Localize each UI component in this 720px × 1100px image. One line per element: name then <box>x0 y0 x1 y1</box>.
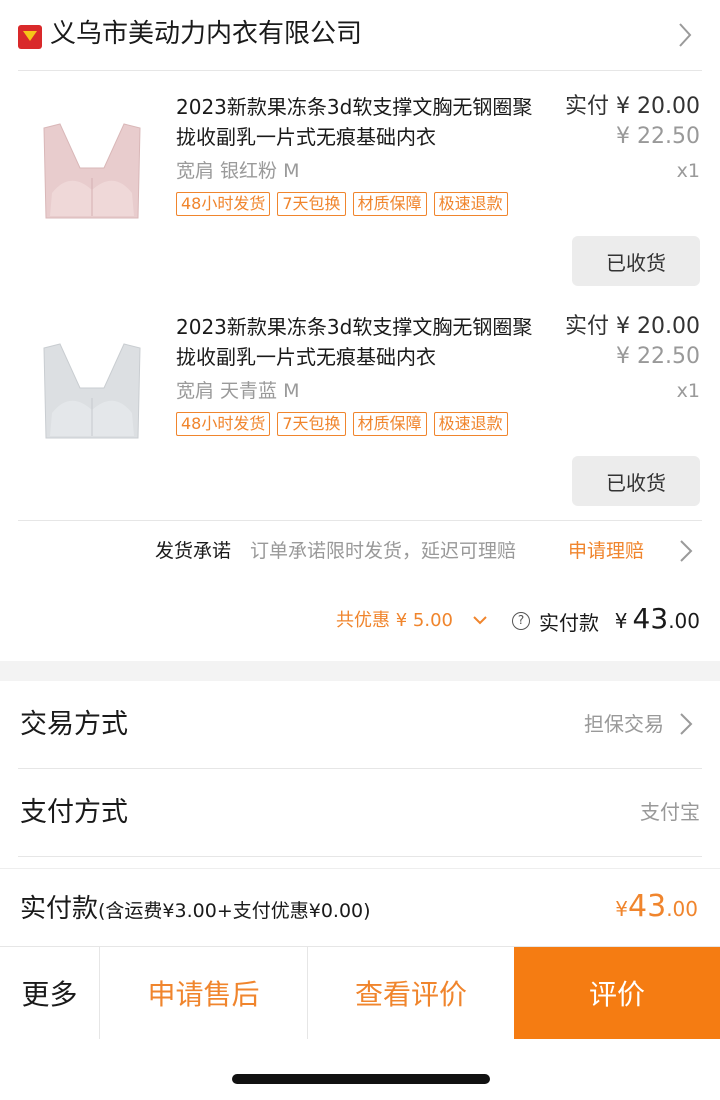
discount-total[interactable]: 共优惠 ¥ 5.00 <box>336 606 453 636</box>
received-button[interactable]: 已收货 <box>572 456 700 506</box>
service-tag: 48小时发货 <box>176 192 271 216</box>
order-item[interactable]: 2023新款果冻条3d软支撑文胸无钢圈聚拢收副乳一片式无痕基础内衣 实付 ¥ 2… <box>0 310 720 530</box>
trade-method-value: 担保交易 <box>584 712 664 736</box>
product-image[interactable] <box>22 318 162 458</box>
service-tag: 材质保障 <box>352 412 427 436</box>
chevron-right-icon[interactable] <box>678 538 694 564</box>
service-tag: 材质保障 <box>352 192 427 216</box>
service-tag: 极速退款 <box>433 192 508 216</box>
payment-method-label: 支付方式 <box>20 797 128 828</box>
payment-summary: 实付款(含运费¥3.00+支付优惠¥0.00) ¥43.00 <box>0 868 720 946</box>
item-title: 2023新款果冻条3d软支撑文胸无钢圈聚拢收副乳一片式无痕基础内衣 <box>176 315 533 369</box>
promise-text: 订单承诺限时发货，延迟可理赔 <box>250 540 517 562</box>
divider <box>18 70 702 71</box>
service-tag: 极速退款 <box>433 412 508 436</box>
more-button[interactable]: 更多 <box>0 947 100 1039</box>
received-button[interactable]: 已收货 <box>572 236 700 286</box>
trade-method-row[interactable]: 交易方式 担保交易 <box>0 681 720 769</box>
chevron-right-icon[interactable] <box>676 20 694 50</box>
paid-label: 实付款 <box>539 611 599 635</box>
divider <box>18 520 702 521</box>
payment-method-row: 支付方式 支付宝 <box>0 769 720 857</box>
chevron-right-icon[interactable] <box>678 711 694 737</box>
paid-amount: ¥ 43.00 <box>614 602 700 635</box>
order-detail-page: 义乌市美动力内衣有限公司 2023新款果冻条3d软支撑文胸无钢圈聚拢收副乳一片式… <box>0 0 720 1100</box>
item-title: 2023新款果冻条3d软支撑文胸无钢圈聚拢收副乳一片式无痕基础内衣 <box>176 95 533 149</box>
summary-detail: (含运费¥3.00+支付优惠¥0.00) <box>98 900 371 922</box>
service-tag: 7天包换 <box>277 412 346 436</box>
summary-label: 实付款(含运费¥3.00+支付优惠¥0.00) <box>20 894 371 924</box>
order-total-row: 共优惠 ¥ 5.00 ? 实付款 ¥ 43.00 <box>0 600 720 644</box>
item-paid-price: 实付 ¥ 20.00 <box>565 314 700 339</box>
rate-button[interactable]: 评价 <box>514 947 720 1039</box>
item-original-price: ¥ 22.50 <box>616 124 700 149</box>
trade-method-label: 交易方式 <box>20 709 128 740</box>
shop-name: 义乌市美动力内衣有限公司 <box>50 19 363 49</box>
service-tag: 48小时发货 <box>176 412 271 436</box>
item-quantity: x1 <box>676 160 700 182</box>
item-sku: 宽肩 银红粉 M <box>176 160 300 182</box>
service-tag: 7天包换 <box>277 192 346 216</box>
help-icon[interactable]: ? <box>512 612 530 630</box>
chevron-down-icon[interactable] <box>472 614 488 626</box>
item-sku: 宽肩 天青蓝 M <box>176 380 300 402</box>
service-tags: 48小时发货 7天包换 材质保障 极速退款 <box>176 192 508 216</box>
view-review-button[interactable]: 查看评价 <box>308 947 514 1039</box>
shop-header[interactable]: 义乌市美动力内衣有限公司 <box>0 0 720 70</box>
after-sale-button[interactable]: 申请售后 <box>100 947 308 1039</box>
claim-link[interactable]: 申请理赔 <box>568 536 644 566</box>
item-paid-price: 实付 ¥ 20.00 <box>565 94 700 119</box>
shipping-promise-row[interactable]: 发货承诺 订单承诺限时发货，延迟可理赔 申请理赔 <box>0 530 720 574</box>
order-item[interactable]: 2023新款果冻条3d软支撑文胸无钢圈聚拢收副乳一片式无痕基础内衣 实付 ¥ 2… <box>0 90 720 310</box>
promise-label: 发货承诺 <box>155 540 232 562</box>
section-gap <box>0 661 720 681</box>
service-tags: 48小时发货 7天包换 材质保障 极速退款 <box>176 412 508 436</box>
item-original-price: ¥ 22.50 <box>616 344 700 369</box>
shop-badge-icon <box>18 25 42 49</box>
payment-method-value: 支付宝 <box>640 800 700 824</box>
summary-amount: ¥43.00 <box>615 889 698 924</box>
item-quantity: x1 <box>676 380 700 402</box>
action-bar: 更多 申请售后 查看评价 评价 <box>0 946 720 1039</box>
product-image[interactable] <box>22 98 162 238</box>
home-indicator[interactable] <box>232 1074 490 1084</box>
divider <box>18 856 702 857</box>
